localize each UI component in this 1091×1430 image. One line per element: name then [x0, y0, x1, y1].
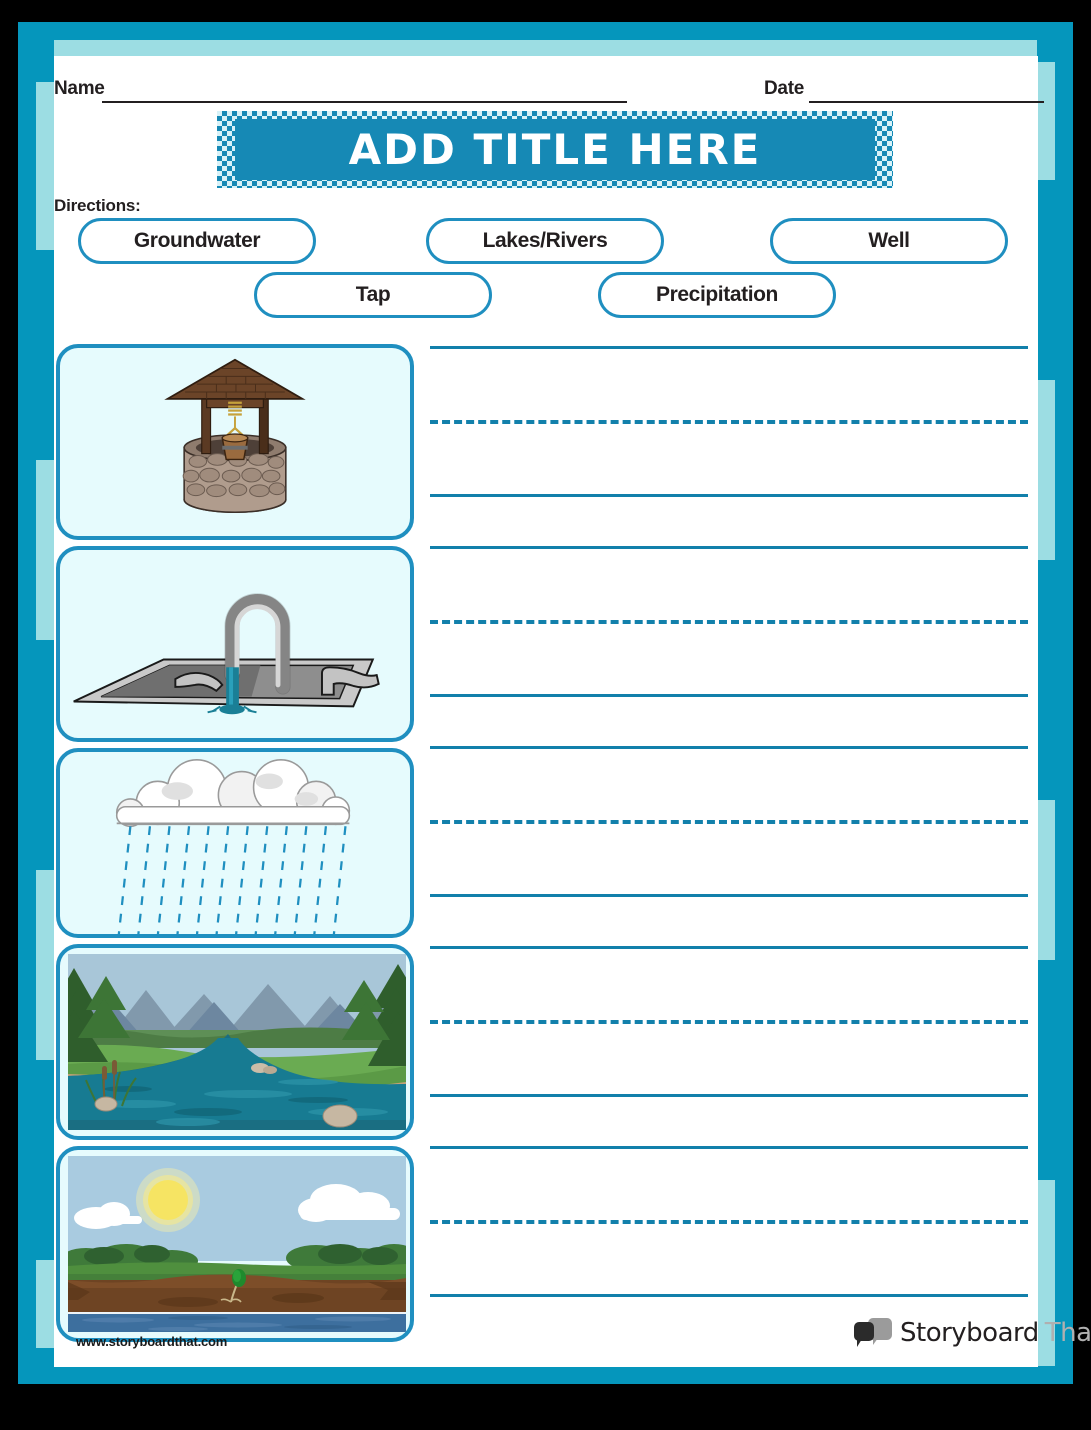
river-photo [68, 954, 406, 1130]
writing-line-solid[interactable] [430, 1294, 1028, 1297]
border-notch [18, 1060, 54, 1260]
border-notch [18, 22, 54, 82]
image-card-lakes-rivers[interactable] [56, 944, 414, 1140]
writing-lines-area[interactable] [430, 346, 1028, 1346]
tap-faucet-illustration [73, 593, 380, 715]
writing-line-solid[interactable] [430, 746, 1028, 749]
footer-url[interactable]: www.storyboardthat.com [76, 1334, 227, 1349]
writing-line-solid[interactable] [430, 494, 1028, 497]
date-input-line[interactable] [809, 101, 1044, 103]
directions-label: Directions: [54, 196, 141, 215]
writing-line-dashed[interactable] [430, 820, 1028, 824]
well-illustration [164, 358, 306, 514]
date-label: Date [764, 78, 804, 99]
image-card-tap[interactable] [56, 546, 414, 742]
writing-line-solid[interactable] [430, 1146, 1028, 1149]
border-notch [1037, 560, 1073, 800]
border-notch [1037, 180, 1073, 380]
writing-line-dashed[interactable] [430, 620, 1028, 624]
border-notch [300, 22, 540, 40]
groundwater-photo [68, 1156, 406, 1332]
image-card-groundwater[interactable] [56, 1146, 414, 1342]
precipitation-illustration [115, 759, 351, 934]
speech-bubble-icon [854, 1318, 894, 1348]
name-label: Name [54, 78, 105, 99]
writing-line-solid[interactable] [430, 546, 1028, 549]
worksheet-page: Name Date ADD TITLE HERE Directions: Gro… [0, 0, 1091, 1430]
logo-text-secondary: That [1044, 1318, 1091, 1348]
border-notch [700, 22, 900, 40]
word-bank-chip-tap[interactable]: Tap [254, 272, 492, 318]
writing-line-solid[interactable] [430, 346, 1028, 349]
logo-text-primary: Storyboard [900, 1318, 1039, 1348]
word-bank-chip-precipitation[interactable]: Precipitation [598, 272, 836, 318]
border-notch [18, 640, 54, 870]
image-card-well[interactable] [56, 344, 414, 540]
writing-line-solid[interactable] [430, 694, 1028, 697]
word-bank-chip-lakes-rivers[interactable]: Lakes/Rivers [426, 218, 664, 264]
writing-line-dashed[interactable] [430, 1020, 1028, 1024]
writing-line-solid[interactable] [430, 1094, 1028, 1097]
word-bank-chip-groundwater[interactable]: Groundwater [78, 218, 316, 264]
border-notch [18, 250, 54, 460]
writing-line-solid[interactable] [430, 946, 1028, 949]
writing-line-dashed[interactable] [430, 420, 1028, 424]
page-title: ADD TITLE HERE [348, 125, 762, 174]
border-notch [1037, 22, 1073, 62]
storyboardthat-logo[interactable]: Storyboard That [854, 1314, 1091, 1352]
image-card-precipitation[interactable] [56, 748, 414, 938]
title-bar[interactable]: ADD TITLE HERE [235, 119, 875, 180]
writing-line-solid[interactable] [430, 894, 1028, 897]
writing-line-dashed[interactable] [430, 1220, 1028, 1224]
name-input-line[interactable] [102, 101, 627, 103]
name-date-row: Name Date [54, 74, 1044, 106]
word-bank-chip-well[interactable]: Well [770, 218, 1008, 264]
border-notch [1037, 960, 1073, 1180]
title-banner[interactable]: ADD TITLE HERE [217, 111, 893, 188]
